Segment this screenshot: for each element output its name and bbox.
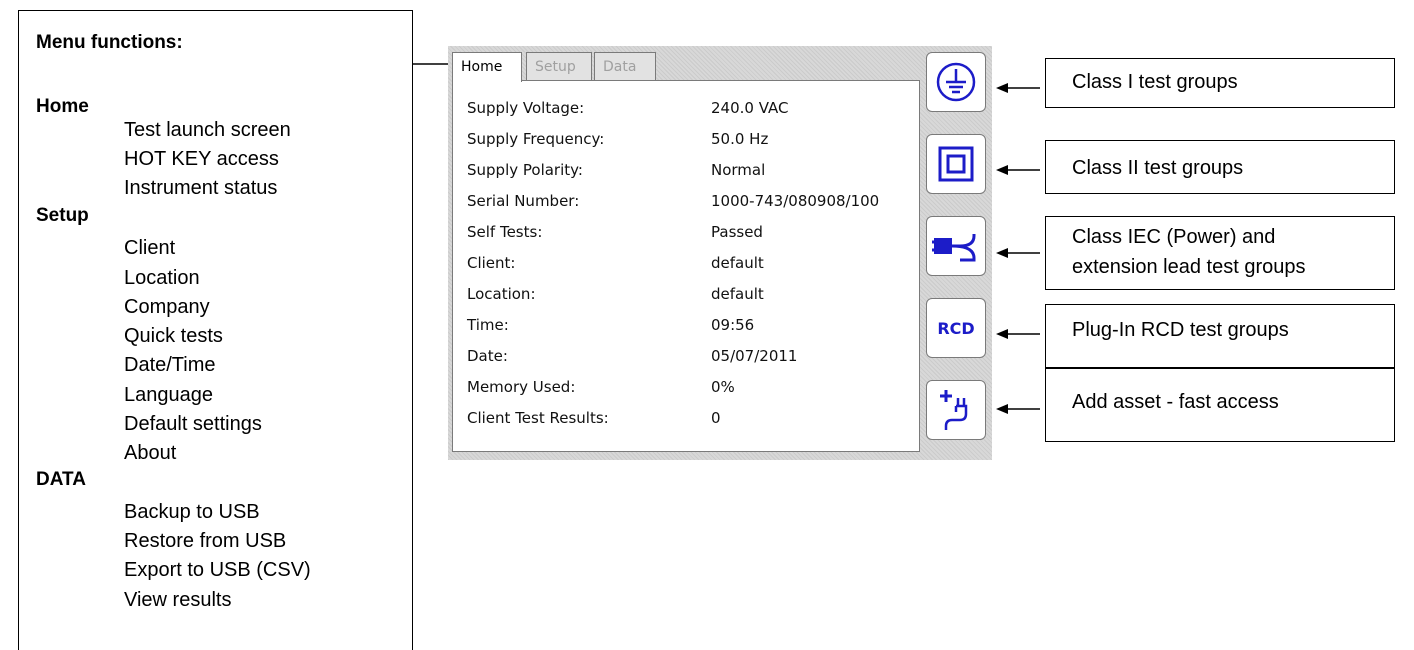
plug-in-rcd-button[interactable]: RCD [926, 298, 986, 358]
rcd-icon: RCD [937, 318, 975, 338]
menu-section-setup: Setup [36, 205, 89, 226]
class-i-arrow [996, 83, 1040, 93]
callout-text: Plug-In RCD test groups [1072, 319, 1289, 341]
menu-item-restore-from-usb: Restore from USB [124, 530, 287, 552]
protective-earth-icon [936, 62, 976, 102]
tab-data[interactable]: Data [594, 52, 656, 80]
callout-text-line-2: extension lead test groups [1072, 256, 1306, 278]
status-value: Passed [711, 223, 763, 241]
status-label: Date: [467, 347, 508, 365]
status-label: Supply Frequency: [467, 130, 605, 148]
menu-item-export-to-usb: Export to USB (CSV) [124, 559, 311, 581]
menu-item-language: Language [124, 384, 213, 406]
menu-item-instrument-status: Instrument status [124, 177, 278, 199]
menu-item-company: Company [124, 296, 210, 318]
menu-item-default-settings: Default settings [124, 413, 262, 435]
menu-item-about: About [124, 442, 177, 464]
callout-class-i: Class I test groups [1045, 58, 1395, 108]
callout-add-asset: Add asset - fast access [1045, 368, 1395, 442]
menu-item-backup-to-usb: Backup to USB [124, 501, 260, 523]
status-label: Serial Number: [467, 192, 580, 210]
instrument-status-panel: Supply Voltage: 240.0 VAC Supply Frequen… [452, 80, 920, 452]
menu-functions-box: Menu functions: Home Test launch screen … [18, 10, 413, 650]
menu-item-date-time: Date/Time [124, 354, 216, 376]
class-iec-button[interactable] [926, 216, 986, 276]
menu-item-client: Client [124, 237, 176, 259]
callout-plug-in-rcd: Plug-In RCD test groups [1045, 304, 1395, 368]
class-ii-arrow [996, 165, 1040, 175]
callout-text: Class II test groups [1072, 157, 1244, 179]
menu-section-home: Home [36, 96, 89, 117]
menu-section-data: DATA [36, 469, 86, 490]
status-label: Client Test Results: [467, 409, 609, 427]
status-label: Time: [467, 316, 509, 334]
menu-item-location: Location [124, 267, 200, 289]
status-label: Supply Polarity: [467, 161, 583, 179]
status-label: Self Tests: [467, 223, 543, 241]
callout-text: Add asset - fast access [1072, 391, 1279, 413]
status-value: 50.0 Hz [711, 130, 769, 148]
callout-class-ii: Class II test groups [1045, 140, 1395, 194]
add-asset-icon [940, 390, 968, 430]
tab-home[interactable]: Home [452, 52, 522, 82]
add-asset-arrow [996, 404, 1040, 414]
status-value: 09:56 [711, 316, 755, 334]
status-value: 0 [711, 409, 721, 427]
menu-item-hot-key-access: HOT KEY access [124, 148, 279, 170]
device-screen: Home Setup Data Supply Voltage: 240.0 VA… [448, 46, 992, 460]
menu-item-quick-tests: Quick tests [124, 325, 223, 347]
status-value: 240.0 VAC [711, 99, 789, 117]
double-insulation-icon [938, 146, 974, 182]
status-label: Supply Voltage: [467, 99, 585, 117]
status-label: Memory Used: [467, 378, 576, 396]
status-value: 1000-743/080908/100 [711, 192, 880, 210]
class-iec-arrow [996, 248, 1040, 258]
callout-class-iec: Class IEC (Power) and extension lead tes… [1045, 216, 1395, 290]
menu-item-test-launch-screen: Test launch screen [124, 119, 291, 141]
callout-text-line-1: Class IEC (Power) and [1072, 226, 1276, 248]
class-ii-button[interactable] [926, 134, 986, 194]
status-value: default [711, 285, 764, 303]
status-label: Client: [467, 254, 516, 272]
menu-functions-title: Menu functions: [36, 32, 183, 53]
add-asset-button[interactable] [926, 380, 986, 440]
iec-plug-lead-icon [932, 234, 976, 262]
status-value: 0% [711, 378, 735, 396]
menu-item-view-results: View results [124, 589, 232, 611]
class-i-button[interactable] [926, 52, 986, 112]
callout-text: Class I test groups [1072, 71, 1238, 93]
status-label: Location: [467, 285, 536, 303]
status-value: 05/07/2011 [711, 347, 798, 365]
rcd-arrow [996, 329, 1040, 339]
status-value: Normal [711, 161, 766, 179]
status-value: default [711, 254, 764, 272]
tab-setup[interactable]: Setup [526, 52, 592, 80]
